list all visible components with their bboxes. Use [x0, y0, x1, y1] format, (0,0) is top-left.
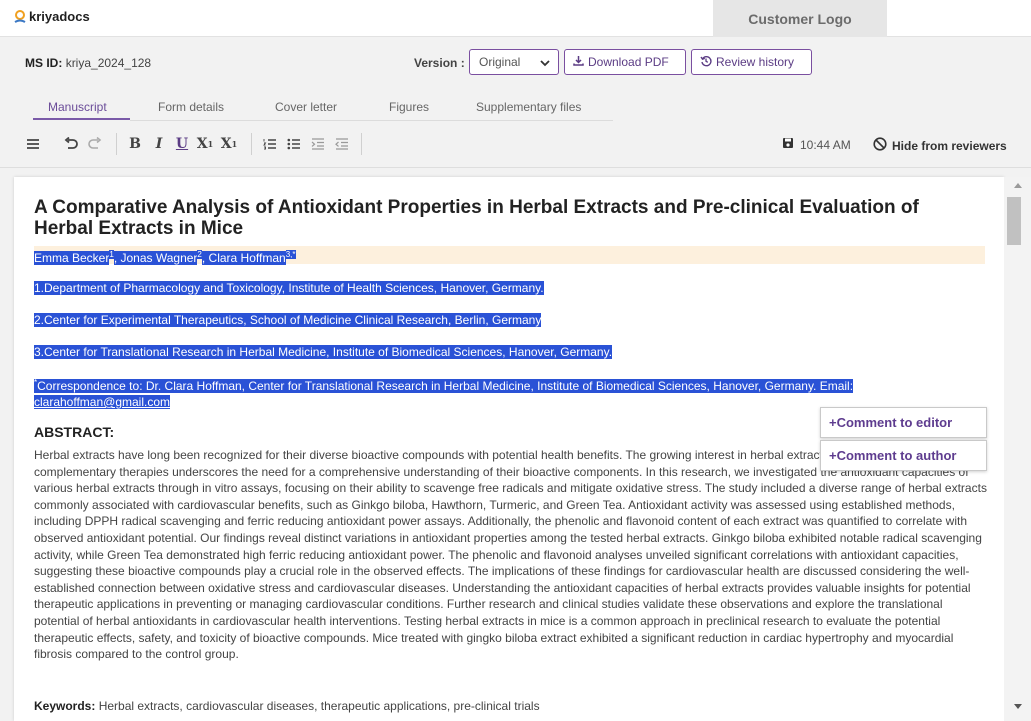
tab-cover-letter[interactable]: Cover letter — [275, 100, 337, 114]
affiliation-1-text: 1.Department of Pharmacology and Toxicol… — [34, 281, 544, 295]
affiliation-3-text: 3.Center for Translational Research in H… — [34, 345, 613, 359]
history-icon — [700, 55, 712, 70]
author-name: Clara Hoffman — [208, 251, 286, 265]
keywords-label: Keywords: — [34, 699, 96, 713]
save-status: 10:44 AM — [782, 137, 851, 152]
toolbar-separator — [116, 133, 117, 155]
scroll-down-arrow-icon[interactable] — [1014, 704, 1022, 709]
subscript-icon[interactable]: X1 — [196, 134, 214, 154]
review-history-button[interactable]: Review history — [691, 49, 812, 75]
tab-bar: Manuscript Form details Cover letter Fig… — [0, 88, 1031, 122]
underline-icon[interactable]: U — [174, 134, 190, 154]
ms-id: MS ID: kriya_2024_128 — [25, 56, 151, 70]
undo-icon[interactable] — [62, 134, 80, 154]
correspondence[interactable]: *Correspondence to: Dr. Clara Hoffman, C… — [34, 375, 984, 410]
scrollbar-thumb[interactable] — [1007, 197, 1021, 245]
italic-icon[interactable]: I — [152, 134, 166, 154]
author-separator: , — [201, 251, 209, 265]
manuscript-info-bar: MS ID: kriya_2024_128 Version : Original… — [0, 37, 1031, 88]
menu-icon[interactable] — [24, 134, 42, 154]
affiliation-2[interactable]: 2.Center for Experimental Therapeutics, … — [34, 312, 542, 328]
tab-figures[interactable]: Figures — [389, 100, 429, 114]
hide-from-reviewers-toggle[interactable]: Hide from reviewers — [873, 137, 1007, 154]
author-name: Jonas Wagner — [120, 251, 198, 265]
unordered-list-icon[interactable] — [286, 134, 302, 154]
correspondence-text: Correspondence to: Dr. Clara Hoffman, Ce… — [37, 379, 854, 393]
indent-icon[interactable] — [310, 134, 326, 154]
download-pdf-button[interactable]: Download PDF — [564, 49, 686, 75]
ms-id-value: kriya_2024_128 — [65, 56, 152, 70]
tab-form-details[interactable]: Form details — [158, 100, 224, 114]
save-icon — [782, 137, 794, 152]
block-icon — [873, 137, 887, 154]
saved-time: 10:44 AM — [800, 137, 851, 152]
customer-logo: Customer Logo — [713, 0, 887, 37]
tab-manuscript[interactable]: Manuscript — [48, 100, 107, 114]
bold-icon[interactable]: B — [128, 134, 142, 154]
affiliation-1[interactable]: 1.Department of Pharmacology and Toxicol… — [34, 280, 544, 296]
comment-to-author-button[interactable]: +Comment to author — [820, 440, 987, 471]
document-scrollbar[interactable] — [1004, 177, 1031, 721]
top-bar: kriyadocs Customer Logo — [0, 0, 1031, 37]
keywords[interactable]: Keywords: Herbal extracts, cardiovascula… — [34, 699, 540, 713]
authors-line[interactable]: Emma Becker1, Jonas Wagner2, Clara Hoffm… — [34, 247, 296, 266]
keywords-value: Herbal extracts, cardiovascular diseases… — [98, 699, 540, 713]
abstract-heading: ABSTRACT: — [34, 424, 115, 440]
version-value: Original — [479, 55, 521, 69]
toolbar-separator — [251, 133, 252, 155]
hide-from-reviewers-label: Hide from reviewers — [892, 138, 1007, 153]
version-label: Version : — [414, 56, 465, 70]
brand-logo[interactable]: kriyadocs — [14, 9, 90, 24]
active-tab-indicator — [33, 118, 130, 120]
affiliation-2-text: 2.Center for Experimental Therapeutics, … — [34, 313, 542, 327]
download-icon — [573, 55, 584, 69]
redo-icon[interactable] — [86, 134, 104, 154]
review-history-label: Review history — [716, 55, 795, 69]
correspondence-email[interactable]: clarahoffman@gmail.com — [34, 395, 171, 409]
comment-to-editor-button[interactable]: +Comment to editor — [820, 407, 987, 438]
manuscript-title[interactable]: A Comparative Analysis of Antioxidant Pr… — [34, 197, 974, 239]
author-affiliation-ref: 3,* — [285, 250, 296, 259]
version-select[interactable]: Original — [469, 49, 559, 75]
abstract-text[interactable]: Herbal extracts have long been recognize… — [34, 447, 989, 663]
download-pdf-label: Download PDF — [588, 55, 669, 69]
affiliation-3[interactable]: 3.Center for Translational Research in H… — [34, 344, 613, 360]
outdent-icon[interactable] — [334, 134, 350, 154]
toolbar-separator — [361, 133, 362, 155]
editor-toolbar: B I U X1 X1 10:44 AM Hide from reviewers — [0, 122, 1031, 168]
scroll-up-arrow-icon[interactable] — [1014, 183, 1022, 188]
kriyadocs-logo-icon — [14, 9, 26, 24]
tab-supplementary-files[interactable]: Supplementary files — [476, 100, 581, 114]
brand-name: kriyadocs — [29, 9, 90, 24]
author-name: Emma Becker — [34, 251, 110, 265]
ms-id-label: MS ID: — [25, 56, 63, 70]
tabs-divider — [130, 120, 613, 121]
ordered-list-icon[interactable] — [262, 134, 278, 154]
chevron-down-icon — [540, 57, 550, 71]
superscript-icon[interactable]: X1 — [220, 134, 238, 154]
